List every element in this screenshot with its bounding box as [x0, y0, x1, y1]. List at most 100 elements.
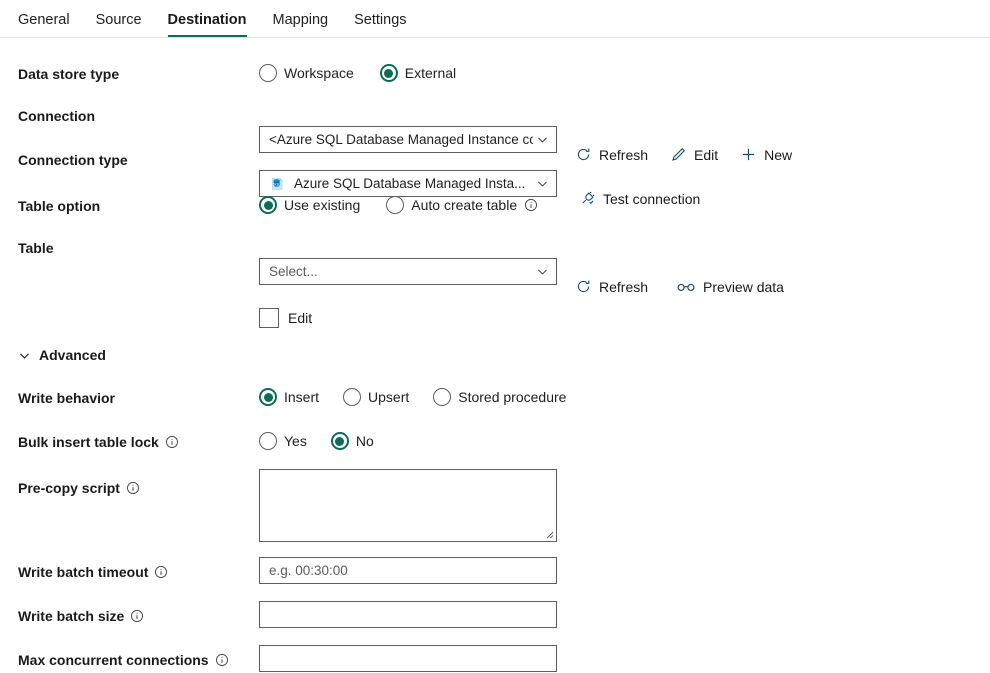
info-icon[interactable] [154, 565, 168, 579]
checkbox-icon [259, 308, 279, 328]
svg-text:SQL: SQL [273, 182, 280, 186]
azure-sql-database-icon: SQL [269, 176, 285, 192]
radio-upsert[interactable]: Upsert [343, 388, 409, 406]
tab-destination[interactable]: Destination [155, 12, 260, 37]
info-icon[interactable] [215, 653, 229, 667]
refresh-icon [575, 146, 592, 163]
chevron-down-icon [18, 349, 31, 362]
radio-label: Yes [284, 433, 307, 449]
info-icon[interactable] [130, 609, 144, 623]
resize-handle-icon[interactable] [543, 528, 554, 539]
tab-source[interactable]: Source [83, 12, 155, 37]
new-connection-button[interactable]: New [740, 146, 792, 163]
table-label: Table [18, 240, 54, 256]
radio-circle-selected-icon [259, 196, 277, 214]
radio-circle-icon [343, 388, 362, 406]
bulk-insert-table-lock-radio-group[interactable]: Yes No [259, 432, 374, 450]
connection-command-bar: Refresh Edit New [575, 146, 792, 163]
connection-value: <Azure SQL Database Managed Instance con… [269, 132, 533, 147]
table-option-label: Table option [18, 198, 101, 214]
radio-circle-selected-icon [259, 388, 277, 406]
edit-connection-label: Edit [694, 146, 719, 163]
plug-icon [579, 190, 596, 207]
max-concurrent-connections-input[interactable] [259, 645, 557, 672]
connection-type-command-bar: Test connection [579, 190, 700, 207]
radio-label: Auto create table [411, 197, 518, 213]
radio-stored-procedure[interactable]: Stored procedure [433, 388, 566, 406]
radio-circle-selected-icon [330, 432, 349, 450]
refresh-icon [575, 278, 592, 295]
chevron-down-icon [536, 133, 549, 146]
data-store-type-label: Data store type [18, 66, 120, 82]
info-icon[interactable] [126, 481, 140, 495]
connection-type-dropdown[interactable]: SQL Azure SQL Database Managed Insta... [259, 170, 557, 197]
new-connection-label: New [764, 146, 793, 163]
write-behavior-label: Write behavior [18, 390, 115, 406]
connection-dropdown[interactable]: <Azure SQL Database Managed Instance con… [259, 126, 557, 153]
tab-label: Source [95, 12, 142, 28]
refresh-connection-button[interactable]: Refresh [575, 146, 648, 163]
info-icon[interactable] [524, 198, 538, 212]
bulk-insert-table-lock-label: Bulk insert table lock [18, 434, 179, 450]
test-connection-button[interactable]: Test connection [579, 190, 700, 207]
advanced-section-toggle[interactable]: Advanced [18, 347, 106, 363]
radio-label: Upsert [368, 389, 410, 405]
write-batch-size-label: Write batch size [18, 608, 144, 624]
radio-auto-create-table[interactable]: Auto create table [386, 196, 538, 214]
tab-mapping[interactable]: Mapping [260, 12, 342, 37]
radio-bulk-lock-no[interactable]: No [330, 432, 374, 450]
radio-circle-icon [386, 196, 405, 214]
refresh-table-label: Refresh [599, 278, 649, 295]
table-value: Select... [269, 264, 318, 279]
radio-workspace[interactable]: Workspace [259, 64, 354, 82]
radio-circle-icon [259, 432, 277, 450]
tab-label: Settings [354, 12, 407, 28]
tab-settings[interactable]: Settings [341, 12, 419, 37]
test-connection-label: Test connection [603, 190, 701, 207]
table-option-radio-group[interactable]: Use existing Auto create table [259, 196, 538, 214]
connection-label: Connection [18, 108, 95, 124]
radio-label: Insert [284, 389, 320, 405]
write-batch-timeout-placeholder: e.g. 00:30:00 [269, 563, 348, 578]
radio-label: Stored procedure [458, 389, 567, 405]
tab-general[interactable]: General [18, 12, 83, 37]
advanced-label: Advanced [39, 347, 106, 363]
write-behavior-radio-group[interactable]: Insert Upsert Stored procedure [259, 388, 566, 406]
preview-data-label: Preview data [703, 278, 784, 295]
write-batch-size-input[interactable] [259, 601, 557, 628]
radio-label: Workspace [284, 65, 354, 81]
chevron-down-icon [536, 265, 549, 278]
data-store-type-radio-group[interactable]: Workspace External [259, 64, 456, 82]
radio-label: No [355, 433, 374, 449]
info-icon[interactable] [165, 435, 179, 449]
refresh-table-button[interactable]: Refresh [575, 278, 648, 295]
radio-circle-icon [433, 388, 452, 406]
radio-use-existing[interactable]: Use existing [259, 196, 360, 214]
destination-form: Data store type Workspace External Conne… [0, 38, 990, 672]
write-batch-timeout-input[interactable]: e.g. 00:30:00 [259, 557, 557, 584]
radio-circle-icon [259, 64, 277, 82]
glasses-icon [676, 278, 696, 295]
radio-circle-selected-icon [379, 64, 398, 82]
tab-bar: General Source Destination Mapping Setti… [0, 0, 990, 38]
pre-copy-script-label: Pre-copy script [18, 480, 140, 496]
pre-copy-script-textarea[interactable] [259, 469, 557, 542]
connection-type-value: Azure SQL Database Managed Insta... [294, 176, 526, 191]
tab-label: Mapping [272, 12, 329, 28]
radio-label: External [404, 65, 457, 81]
radio-bulk-lock-yes[interactable]: Yes [259, 432, 307, 450]
table-dropdown[interactable]: Select... [259, 258, 557, 285]
edit-connection-button[interactable]: Edit [670, 146, 718, 163]
max-concurrent-connections-label: Max concurrent connections [18, 652, 229, 668]
radio-external[interactable]: External [379, 64, 457, 82]
tab-label: Destination [167, 12, 247, 28]
refresh-connection-label: Refresh [599, 146, 649, 163]
table-edit-checkbox[interactable]: Edit [259, 308, 312, 328]
table-edit-checkbox-label: Edit [288, 310, 313, 326]
table-command-bar: Refresh Preview data [575, 278, 784, 295]
preview-data-button[interactable]: Preview data [676, 278, 784, 295]
tab-label: General [18, 12, 70, 28]
plus-icon [740, 146, 757, 163]
pencil-icon [670, 146, 687, 163]
radio-insert[interactable]: Insert [259, 388, 319, 406]
